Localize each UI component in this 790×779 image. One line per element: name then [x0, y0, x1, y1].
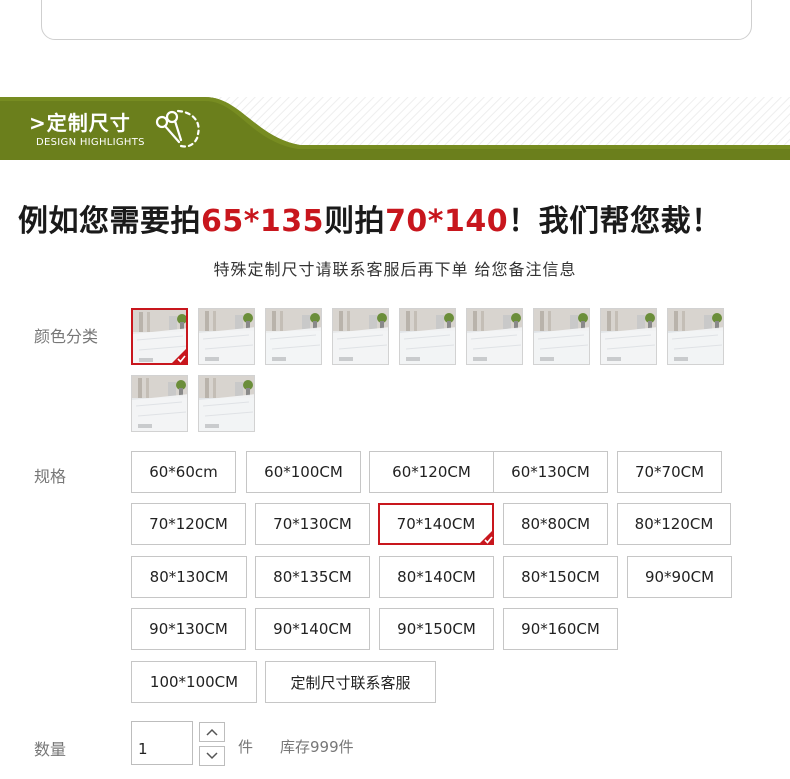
spec-option[interactable]: 80*135CM: [255, 556, 370, 598]
color-swatch[interactable]: [600, 308, 657, 365]
chevron-down-icon: [206, 752, 218, 760]
color-swatch[interactable]: [533, 308, 590, 365]
spec-option[interactable]: 90*140CM: [255, 608, 370, 650]
headline-text-3: ！我们帮您裁！: [508, 204, 722, 239]
spec-label: 规格: [34, 467, 67, 486]
tablecloth-photo: [199, 376, 254, 431]
quantity-label: 数量: [34, 740, 67, 759]
spec-option[interactable]: 60*120CM: [369, 451, 494, 493]
spec-option[interactable]: 70*70CM: [617, 451, 722, 493]
tablecloth-photo: [400, 309, 455, 364]
color-swatch[interactable]: [332, 308, 389, 365]
color-swatch[interactable]: [131, 308, 188, 365]
tablecloth-photo: [266, 309, 321, 364]
tablecloth-photo: [668, 309, 723, 364]
tablecloth-photo: [199, 309, 254, 364]
tablecloth-photo: [534, 309, 589, 364]
spec-option[interactable]: 60*60cm: [131, 451, 236, 493]
color-swatch[interactable]: [399, 308, 456, 365]
spec-option[interactable]: 90*90CM: [627, 556, 732, 598]
chevron-up-icon: [206, 728, 218, 736]
quantity-input[interactable]: 1: [131, 721, 193, 765]
spec-option[interactable]: 70*120CM: [131, 503, 246, 545]
spec-option[interactable]: 100*100CM: [131, 661, 257, 703]
color-label: 颜色分类: [34, 327, 99, 346]
headline-size-2: 70*140: [385, 204, 509, 239]
selected-check-icon: [172, 349, 186, 363]
spec-option[interactable]: 80*120CM: [617, 503, 731, 545]
headline-size-1: 65*135: [201, 204, 325, 239]
selected-check-icon: [478, 529, 494, 545]
quantity-increase-button[interactable]: [199, 722, 225, 742]
banner-subtitle: DESIGN HIGHLIGHTS: [36, 137, 145, 148]
stock-count: 库存999件: [280, 738, 354, 756]
spec-option[interactable]: 80*140CM: [379, 556, 494, 598]
color-swatch[interactable]: [198, 308, 255, 365]
spec-option[interactable]: 90*150CM: [379, 608, 494, 650]
spec-option[interactable]: 80*150CM: [503, 556, 618, 598]
color-swatch[interactable]: [466, 308, 523, 365]
spec-option[interactable]: 80*130CM: [131, 556, 247, 598]
custom-size-note: 特殊定制尺寸请联系客服后再下单 给您备注信息: [213, 260, 577, 279]
tablecloth-photo: [333, 309, 388, 364]
quantity-decrease-button[interactable]: [199, 746, 225, 766]
section-banner: >定制尺寸 DESIGN HIGHLIGHTS: [0, 97, 790, 160]
headline-text-1: 例如您需要拍: [18, 204, 201, 239]
headline-text-2: 则拍: [324, 204, 386, 239]
spec-option[interactable]: 70*130CM: [255, 503, 370, 545]
color-swatch[interactable]: [667, 308, 724, 365]
spec-option[interactable]: 60*130CM: [493, 451, 608, 493]
spec-option[interactable]: 60*100CM: [246, 451, 361, 493]
scissors-icon: [155, 109, 200, 148]
tablecloth-photo: [601, 309, 656, 364]
example-headline: 例如您需要拍65*135则拍70*140！我们帮您裁！: [18, 196, 778, 240]
color-swatch[interactable]: [265, 308, 322, 365]
tablecloth-photo: [132, 376, 187, 431]
quantity-unit: 件: [238, 738, 254, 756]
spec-option[interactable]: 90*160CM: [503, 608, 618, 650]
tablecloth-photo: [467, 309, 522, 364]
previous-section-card: [41, 0, 752, 40]
spec-option[interactable]: 70*140CM: [378, 503, 494, 545]
color-swatch[interactable]: [198, 375, 255, 432]
spec-option[interactable]: 90*130CM: [131, 608, 246, 650]
spec-option[interactable]: 定制尺寸联系客服: [265, 661, 436, 703]
spec-option[interactable]: 80*80CM: [503, 503, 608, 545]
color-swatch[interactable]: [131, 375, 188, 432]
banner-title: >定制尺寸: [29, 111, 131, 135]
